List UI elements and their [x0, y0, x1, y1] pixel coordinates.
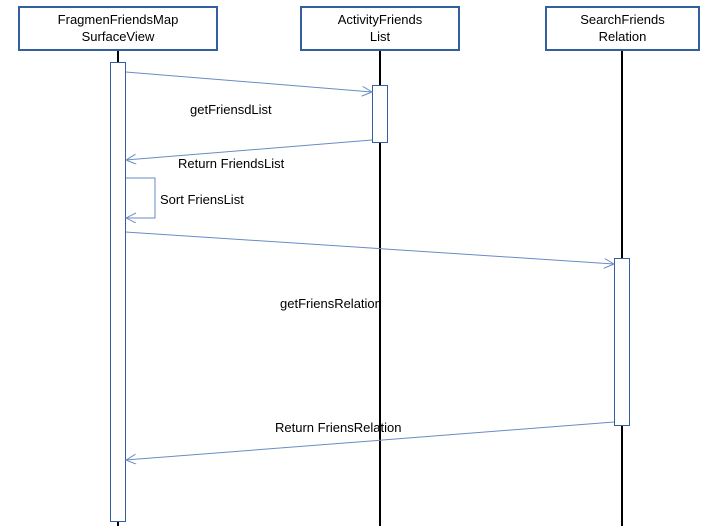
- label-return-friendslist: Return FriendsList: [178, 156, 284, 171]
- arrow-sort-friendslist: [126, 178, 155, 218]
- arrow-getfriendsrelation: [126, 232, 614, 264]
- arrow-getfriendslist: [126, 72, 372, 92]
- label-return-friendsrelation: Return FriensRelation: [275, 420, 401, 435]
- label-getfriendsrelation: getFriensRelation: [280, 296, 382, 311]
- sequence-arrows-svg: [0, 0, 710, 532]
- label-getfriendslist: getFriensdList: [190, 102, 272, 117]
- label-sort-friendslist: Sort FriensList: [160, 192, 244, 207]
